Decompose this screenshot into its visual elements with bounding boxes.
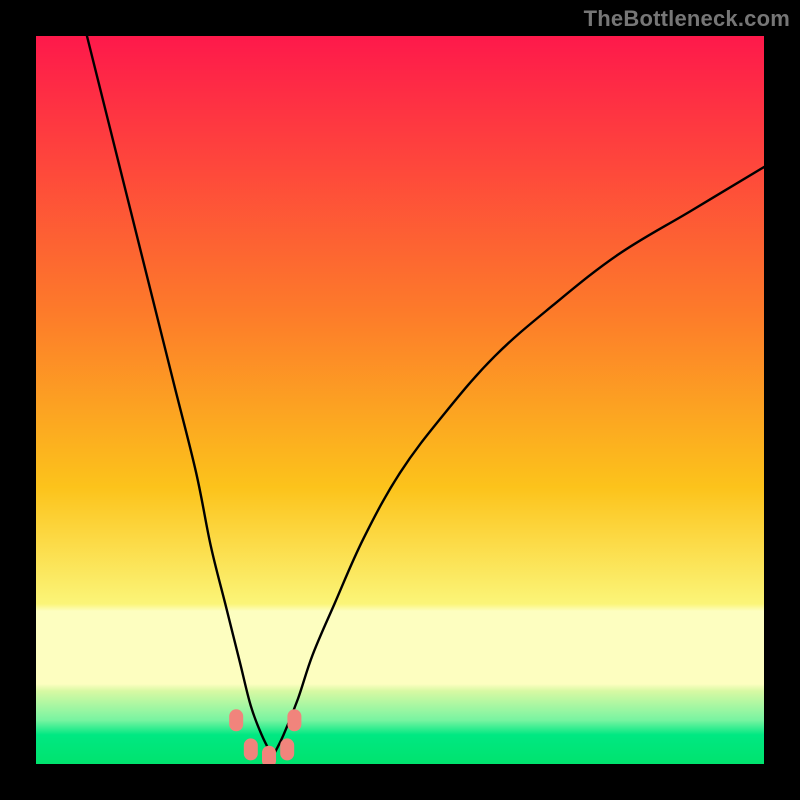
marker-dot <box>287 709 301 731</box>
marker-dot <box>262 746 276 764</box>
outer-frame: TheBottleneck.com <box>0 0 800 800</box>
gradient-background <box>36 36 764 764</box>
watermark-text: TheBottleneck.com <box>584 6 790 32</box>
bottleneck-plot <box>36 36 764 764</box>
marker-dot <box>229 709 243 731</box>
marker-dot <box>280 738 294 760</box>
marker-dot <box>244 738 258 760</box>
